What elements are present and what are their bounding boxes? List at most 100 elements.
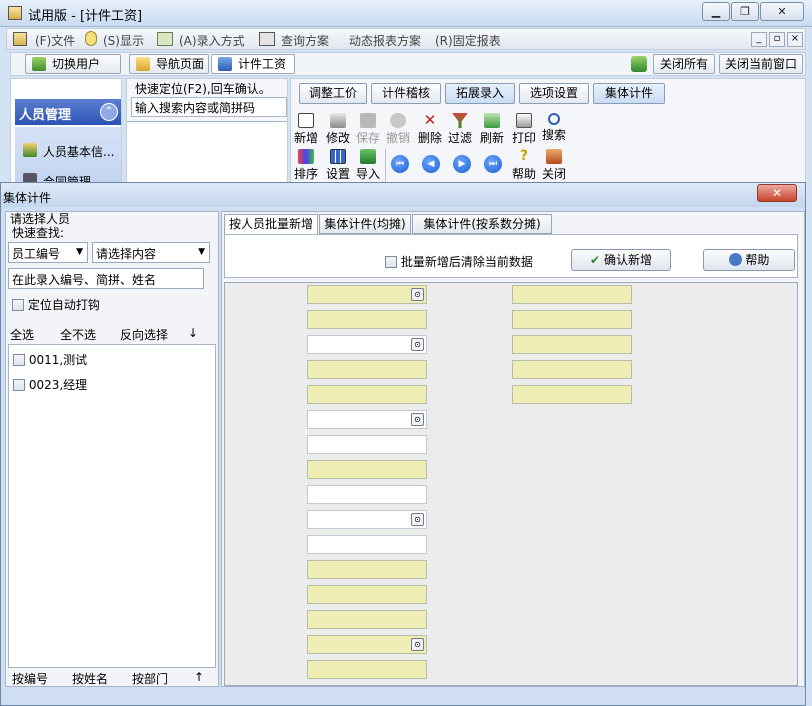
sort-by-name-link[interactable]: 按姓名 — [72, 670, 108, 687]
sort-button[interactable]: 排序 — [291, 149, 321, 182]
menu-file[interactable]: (F)文件 — [35, 32, 75, 49]
dialog-help-button[interactable]: 帮助 — [703, 249, 795, 271]
entry-field[interactable] — [307, 560, 427, 579]
menu-dynamic-report[interactable]: 动态报表方案 — [349, 32, 421, 49]
help-button[interactable]: ? 帮助 — [509, 149, 539, 182]
entry-field[interactable] — [512, 335, 632, 354]
switch-user-button[interactable]: 切换用户 — [25, 54, 121, 74]
select-all-link[interactable]: 全选 — [10, 326, 34, 343]
mdi-minimize-button[interactable]: _ — [751, 32, 767, 47]
auto-check-checkbox[interactable] — [12, 299, 24, 311]
lookup-icon[interactable]: ⊙ — [411, 638, 424, 651]
lookup-icon[interactable]: ⊙ — [411, 338, 424, 351]
delete-button[interactable]: ✕ 删除 — [415, 113, 445, 146]
minimize-button[interactable]: ▁ — [702, 2, 730, 21]
search-button[interactable]: 搜索 — [539, 113, 569, 143]
mdi-restore-button[interactable]: ▫ — [769, 32, 785, 47]
person-checkbox[interactable] — [13, 379, 25, 391]
quick-search-input[interactable]: 输入搜索内容或简拼码 — [131, 97, 287, 117]
dialog-titlebar: 集体计件 ✕ — [1, 183, 805, 207]
menu-fixed-report[interactable]: (R)固定报表 — [435, 32, 501, 49]
entry-field[interactable]: ⊙ — [307, 285, 427, 304]
nav-group-header[interactable]: 人员管理 ⌃ — [15, 99, 121, 125]
entry-field[interactable]: ⊙ — [307, 335, 427, 354]
filter-button[interactable]: 过滤 — [445, 113, 475, 146]
entry-field[interactable] — [512, 285, 632, 304]
refresh-button[interactable]: 刷新 — [477, 113, 507, 146]
entry-field[interactable] — [307, 460, 427, 479]
entry-field[interactable]: ⊙ — [307, 635, 427, 654]
list-item[interactable]: 0023,经理 — [13, 376, 87, 393]
print-button[interactable]: 打印 — [509, 113, 539, 146]
collapse-icon[interactable]: ⌃ — [100, 103, 118, 121]
mdi-close-button[interactable]: × — [787, 32, 803, 47]
auto-check-option[interactable]: 定位自动打钩 — [12, 296, 100, 313]
clear-after-add-checkbox[interactable] — [385, 256, 397, 268]
lookup-icon[interactable]: ⊙ — [411, 513, 424, 526]
content-select[interactable]: 请选择内容 ▼ — [92, 242, 210, 263]
tab-collective-average[interactable]: 集体计件(均摊) — [319, 214, 411, 234]
tab-batch-by-person[interactable]: 按人员批量新增 — [224, 214, 318, 235]
entry-field[interactable] — [307, 310, 427, 329]
tab-nav-page[interactable]: 导航页面 — [129, 54, 209, 74]
save-button[interactable]: 保存 — [353, 113, 383, 146]
entry-field[interactable]: ⊙ — [307, 510, 427, 529]
subtab-option-settings[interactable]: 选项设置 — [519, 83, 589, 104]
person-search-input[interactable]: 在此录入编号、简拼、姓名 — [8, 268, 204, 289]
close-all-button[interactable]: 关闭所有 — [653, 54, 715, 74]
refresh-icon — [484, 113, 500, 128]
subtab-collective-piece[interactable]: 集体计件 — [593, 83, 665, 104]
tab-collective-coefficient[interactable]: 集体计件(按系数分摊) — [412, 214, 552, 234]
field-select-value: 员工编号 — [12, 247, 61, 261]
quick-search-results[interactable] — [127, 121, 287, 189]
close-button[interactable]: 关闭 — [539, 149, 569, 182]
menu-query-plan[interactable]: 查询方案 — [281, 32, 329, 49]
entry-field[interactable] — [307, 385, 427, 404]
settings-button[interactable]: 设置 — [323, 149, 353, 182]
lookup-icon[interactable]: ⊙ — [411, 288, 424, 301]
field-select[interactable]: 员工编号 ▼ — [8, 242, 88, 263]
prev-record-icon[interactable]: ◀ — [422, 155, 440, 173]
tab-piece-wage[interactable]: 计件工资 — [211, 54, 295, 74]
menu-input-mode[interactable]: (A)录入方式 — [179, 32, 245, 49]
entry-field[interactable]: ⊙ — [307, 410, 427, 429]
entry-field[interactable] — [512, 385, 632, 404]
last-record-icon[interactable]: ⏭ — [484, 155, 502, 173]
invert-select-link[interactable]: 反向选择 — [120, 326, 168, 343]
confirm-add-button[interactable]: ✔ 确认新增 — [571, 249, 671, 271]
import-button[interactable]: 导入 — [353, 149, 383, 182]
person-checkbox[interactable] — [13, 354, 25, 366]
next-record-icon[interactable]: ▶ — [453, 155, 471, 173]
close-window-button[interactable]: ✕ — [760, 2, 804, 21]
sort-by-dept-link[interactable]: 按部门 — [132, 670, 168, 687]
dialog-close-button[interactable]: ✕ — [757, 184, 797, 202]
subtab-piece-audit[interactable]: 计件稽核 — [371, 83, 441, 104]
close-current-window-button[interactable]: 关闭当前窗口 — [719, 54, 803, 74]
edit-button[interactable]: 修改 — [323, 113, 353, 146]
menu-bar: (F)文件 (S)显示 (A)录入方式 查询方案 动态报表方案 (R)固定报表 … — [6, 28, 806, 50]
lookup-icon[interactable]: ⊙ — [411, 413, 424, 426]
entry-field[interactable] — [307, 585, 427, 604]
subtab-adjust-price[interactable]: 调整工价 — [299, 83, 367, 104]
nav-item-person-info[interactable]: 人员基本信... — [43, 143, 114, 160]
entry-field[interactable] — [307, 360, 427, 379]
select-none-link[interactable]: 全不选 — [60, 326, 96, 343]
entry-field[interactable] — [512, 310, 632, 329]
entry-field[interactable] — [307, 485, 427, 504]
entry-field[interactable] — [512, 360, 632, 379]
entry-field[interactable] — [307, 435, 427, 454]
subtab-extended-input[interactable]: 拓展录入 — [445, 83, 515, 104]
sort-up-icon[interactable]: ↑ — [194, 670, 204, 684]
sort-by-code-link[interactable]: 按编号 — [12, 670, 48, 687]
list-item[interactable]: 0011,测试 — [13, 351, 87, 368]
undo-button[interactable]: 撤销 — [383, 113, 413, 146]
clear-after-add-option[interactable]: 批量新增后清除当前数据 — [385, 253, 533, 270]
entry-field[interactable] — [307, 660, 427, 679]
maximize-button[interactable]: ❐ — [731, 2, 759, 21]
menu-display[interactable]: (S)显示 — [103, 32, 144, 49]
first-record-icon[interactable]: ⏮ — [391, 155, 409, 173]
sort-down-icon[interactable]: ↓ — [188, 326, 198, 340]
entry-field[interactable] — [307, 610, 427, 629]
add-button[interactable]: 新增 — [291, 113, 321, 146]
entry-field[interactable] — [307, 535, 427, 554]
